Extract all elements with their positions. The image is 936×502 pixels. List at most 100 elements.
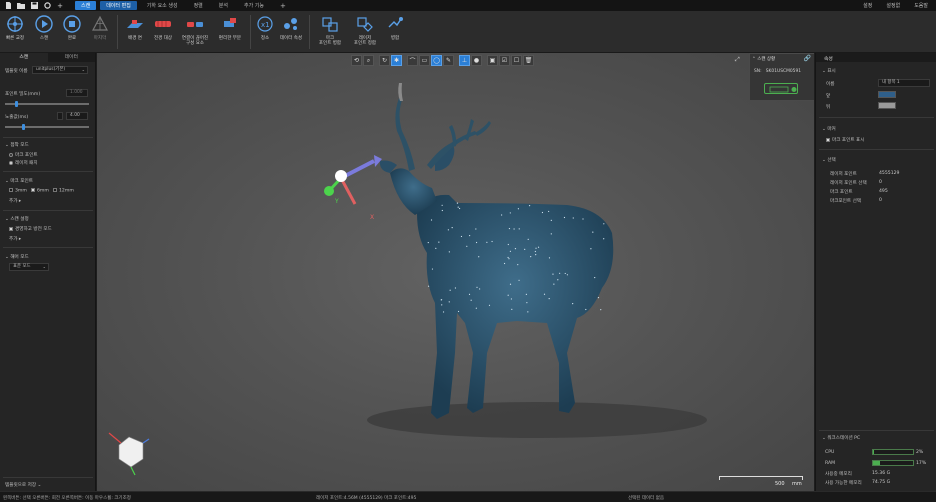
marker-point bbox=[475, 241, 478, 244]
quick-calibrate-button[interactable]: 빠른 교정 bbox=[0, 11, 30, 52]
marker-point bbox=[451, 227, 453, 229]
point-distance-slider-handle[interactable] bbox=[15, 101, 18, 107]
section-scan-settings[interactable]: ⌄ 스캔 설정 bbox=[5, 216, 29, 222]
marker-size-3mm[interactable]: 3mm bbox=[9, 188, 27, 194]
marker-point bbox=[550, 233, 552, 235]
menu-tab-5[interactable]: 추가 기능 bbox=[238, 1, 270, 10]
new-file-icon[interactable] bbox=[3, 1, 13, 11]
marker-point bbox=[572, 217, 574, 219]
marker-merge-button[interactable]: 마크 포인트 병합 bbox=[313, 11, 347, 52]
view-cube[interactable] bbox=[108, 432, 150, 476]
exposure-input[interactable]: 4.00 bbox=[66, 112, 88, 120]
divider bbox=[3, 477, 93, 478]
ribbon-label: 병합 bbox=[390, 36, 400, 41]
section-title: 표시 bbox=[827, 69, 836, 74]
tab-data[interactable]: 데이터 bbox=[48, 53, 96, 62]
section-select[interactable]: ⌄ 선택 bbox=[822, 157, 836, 163]
exposure-slider-handle[interactable] bbox=[22, 124, 25, 130]
transform-gizmo[interactable]: Y X bbox=[324, 155, 382, 221]
play-icon bbox=[35, 15, 53, 33]
convenient-part-button[interactable]: 편리한 부분 bbox=[213, 11, 247, 52]
scale-bar: 500 mm bbox=[719, 476, 803, 488]
section-scan-mode[interactable]: ⌄ 접착 모드 bbox=[5, 142, 29, 148]
template-select[interactable]: unitplus(기본) ⌄ bbox=[32, 66, 88, 74]
marker-point bbox=[537, 246, 540, 248]
section-marker[interactable]: ⌄ 마커 bbox=[822, 126, 836, 132]
exposure-slider[interactable] bbox=[5, 126, 89, 128]
menu-tab-0[interactable]: 스캔 bbox=[75, 1, 97, 10]
marker-display-option[interactable]: 마크 포인트 표시 bbox=[826, 137, 865, 143]
mode-option-laser[interactable]: 레이저 패치 bbox=[9, 160, 38, 166]
more-button[interactable]: 추가 ▸ bbox=[9, 198, 21, 204]
front-color-swatch[interactable] bbox=[878, 91, 896, 98]
3d-viewport[interactable]: ⟲ ⌕ ↻ ✱ ⌒ ▭ ◯ ✎ ⊥ ● ▣ ☑ ☐ 🗑 ⤢ ⌃ 스캔 상황 🔗 … bbox=[97, 53, 814, 491]
laser-merge-button[interactable]: 레이저 포인트 정합 bbox=[347, 11, 383, 52]
name-input[interactable]: 내 항목 1 bbox=[878, 79, 930, 87]
status-mouse-hint: 왼쪽버튼: 선택 오른버튼: 회전 오른쪽버튼: 이동 마우스휠: 크기조정 bbox=[3, 496, 131, 501]
finish-button[interactable]: 완료 bbox=[58, 11, 86, 52]
point-distance-input[interactable]: 1.000 bbox=[66, 89, 88, 97]
save-template-button[interactable]: 템플릿으로 저장 ⌄ bbox=[5, 482, 41, 488]
ribbon-label: 마지막 bbox=[93, 36, 107, 41]
chevron-down-icon: ⌄ bbox=[822, 436, 826, 441]
marker-point bbox=[582, 218, 584, 220]
gizmo-y-label: Y bbox=[334, 198, 339, 205]
tab-properties[interactable]: 속성 bbox=[824, 55, 833, 62]
open-folder-icon[interactable] bbox=[16, 1, 26, 11]
more-button-2[interactable]: 추가 ▸ bbox=[9, 236, 21, 242]
exposure-lock-icon[interactable] bbox=[57, 112, 63, 120]
section-camera-mode[interactable]: ⌄ 해어 모드 bbox=[5, 254, 29, 260]
marker-point bbox=[553, 283, 555, 285]
section-workstation[interactable]: ⌄ 워크스테이션 PC bbox=[822, 435, 860, 441]
menu-tab-2[interactable]: 기하 요소 생성 bbox=[141, 1, 184, 10]
caret-right-icon: ▸ bbox=[18, 237, 22, 242]
add-icon[interactable]: + bbox=[55, 1, 65, 11]
menu-item-settings-2[interactable]: 설정없 bbox=[886, 2, 900, 9]
foreground-object-button[interactable]: 전경 대상 bbox=[149, 11, 177, 52]
disconnected-components-button[interactable]: 연결이 끊어진 구성 요소 bbox=[177, 11, 213, 52]
camera-mode-value: 표준 모드 bbox=[13, 264, 31, 269]
merge-button[interactable]: 병합 bbox=[383, 11, 407, 52]
menu-item-help[interactable]: 도움말 bbox=[914, 2, 928, 9]
ribbon-label: 빠른 교정 bbox=[6, 36, 24, 41]
marker-point bbox=[507, 294, 509, 296]
marker-point bbox=[458, 207, 461, 210]
marker-size-12mm[interactable]: 12mm bbox=[53, 188, 74, 194]
section-display[interactable]: ⌄ 표시 bbox=[822, 68, 836, 74]
stat-label: 레이저 포인트 bbox=[830, 172, 857, 177]
data-properties-button[interactable]: 데이터 속성 bbox=[276, 11, 306, 52]
marker-point bbox=[530, 255, 532, 258]
menu-tab-3[interactable]: 정렬 bbox=[188, 1, 209, 10]
scan-button[interactable]: 스캔 bbox=[30, 11, 58, 52]
marker-point bbox=[572, 303, 574, 305]
menu-tab-4[interactable]: 분석 bbox=[213, 1, 234, 10]
add-tab-button[interactable]: + bbox=[274, 1, 292, 10]
ribbon-label: 정소 bbox=[260, 36, 270, 41]
cpu-value: 2% bbox=[916, 450, 924, 455]
gizmo-x-label: X bbox=[370, 214, 374, 221]
marker-size-6mm[interactable]: 6mm bbox=[31, 188, 49, 194]
save-icon[interactable] bbox=[29, 1, 39, 11]
tab-scan[interactable]: 스캔 bbox=[0, 53, 48, 62]
option-label: 3mm bbox=[15, 188, 27, 194]
mesh-button[interactable]: 마지막 bbox=[86, 11, 114, 52]
marker-point bbox=[476, 286, 478, 288]
settings-gear-icon[interactable] bbox=[42, 1, 52, 11]
camera-mode-select[interactable]: 표준 모드 ⌄ bbox=[9, 263, 49, 271]
marker-point bbox=[590, 248, 592, 250]
ram-usage-fill bbox=[873, 461, 880, 465]
menu-tab-1[interactable]: 데이터 편집 bbox=[100, 1, 137, 10]
mode-option-marker[interactable]: 마크 포인트 bbox=[9, 152, 38, 158]
chevron-down-icon: ⌄ bbox=[37, 483, 42, 488]
marker-point bbox=[469, 234, 471, 237]
marker-point bbox=[603, 238, 605, 240]
setting-option[interactable]: 경영하고 방전 모드 bbox=[9, 226, 52, 232]
marker-point bbox=[513, 228, 515, 230]
simplify-button[interactable]: x1 정소 bbox=[254, 11, 276, 52]
background-plane-button[interactable]: 배경 면 bbox=[121, 11, 149, 52]
checkbox-icon bbox=[9, 188, 13, 192]
menu-item-settings[interactable]: 설정 bbox=[863, 2, 872, 9]
section-marker[interactable]: ⌄ 마크 포인트 bbox=[5, 178, 33, 184]
scan-model[interactable]: Y X bbox=[97, 53, 814, 491]
back-color-swatch[interactable] bbox=[878, 102, 896, 109]
